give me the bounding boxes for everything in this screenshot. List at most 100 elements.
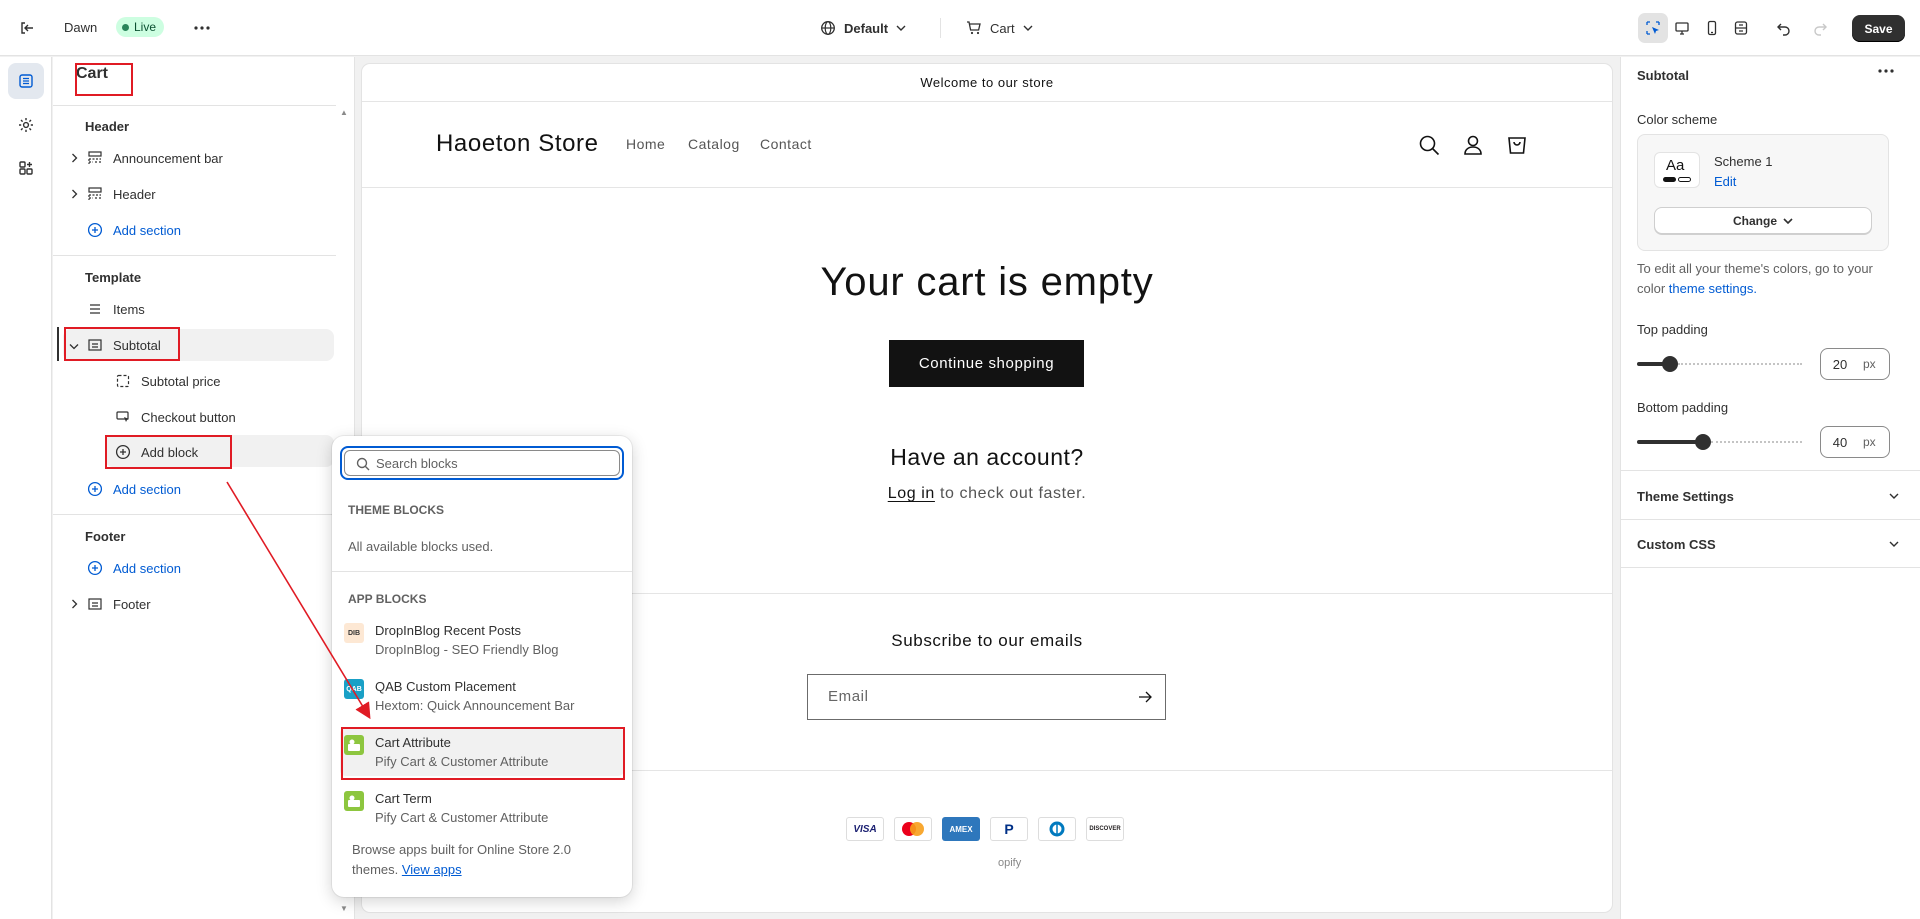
app-block-name: QAB Custom Placement	[375, 679, 516, 694]
settings-title: Subtotal	[1637, 68, 1689, 83]
inspector-icon[interactable]	[1638, 13, 1668, 43]
live-dot-icon	[122, 23, 129, 31]
nav-catalog[interactable]: Catalog	[688, 136, 740, 152]
theme-name: Dawn	[64, 20, 98, 35]
search-blocks-input[interactable]	[376, 456, 606, 471]
sidebar-item-footer[interactable]: Footer	[85, 589, 151, 619]
slider-knob[interactable]	[1662, 356, 1678, 372]
undo-icon[interactable]	[1770, 14, 1798, 42]
nav-contact[interactable]: Contact	[760, 136, 812, 152]
divider	[53, 105, 336, 106]
account-icon[interactable]	[1460, 132, 1486, 158]
scroll-up-icon[interactable]: ▲	[337, 107, 351, 117]
section-icon	[85, 594, 105, 614]
custom-css-accordion[interactable]: Custom CSS	[1637, 534, 1899, 554]
theme-settings-link[interactable]: theme settings.	[1669, 281, 1757, 296]
sidebar-item-header[interactable]: Header	[85, 179, 156, 209]
app-block-dropinblog[interactable]: DIB DropInBlog Recent Posts DropInBlog -…	[340, 616, 624, 664]
slider-knob[interactable]	[1695, 434, 1711, 450]
search-icon[interactable]	[1416, 132, 1442, 158]
chevron-right-icon[interactable]	[68, 598, 80, 610]
change-label: Change	[1732, 213, 1777, 228]
sidebar-item-subtotal[interactable]: Subtotal	[85, 330, 161, 360]
desktop-icon[interactable]	[1668, 13, 1698, 43]
divider	[53, 514, 336, 515]
app-blocks-heading: APP BLOCKS	[348, 592, 427, 606]
paypal-icon: P	[990, 817, 1028, 841]
template-dropdown[interactable]: Default	[820, 14, 906, 42]
plus-circle-icon	[85, 558, 105, 578]
app-block-cart-attribute[interactable]: Cart Attribute Pify Cart & Customer Attr…	[340, 728, 624, 776]
chevron-down-icon	[1889, 493, 1899, 499]
page-dropdown[interactable]: Cart	[966, 14, 1033, 42]
copyright-fragment: opify	[998, 857, 1022, 869]
scheme-name: Scheme 1	[1714, 154, 1773, 169]
bottom-padding-input[interactable]: 40 px	[1820, 426, 1890, 458]
unit-label: px	[1863, 357, 1876, 371]
plus-circle-icon	[113, 442, 133, 462]
scheme-swatch[interactable]: Aa	[1654, 152, 1700, 188]
block-subtotal-price[interactable]: Subtotal price	[113, 366, 221, 396]
chevron-down-icon[interactable]	[68, 340, 80, 352]
top-padding-input[interactable]: 20 px	[1820, 348, 1890, 380]
section-icon	[85, 184, 105, 204]
add-block-popover: THEME BLOCKS All available blocks used. …	[332, 436, 632, 897]
color-scheme-card: Aa Scheme 1 Edit Change	[1637, 134, 1889, 251]
add-section-button[interactable]: Add section	[85, 553, 181, 583]
theme-blocks-heading: THEME BLOCKS	[348, 503, 444, 517]
bottom-padding-value: 40	[1832, 434, 1848, 450]
login-link[interactable]: Log in	[888, 485, 935, 502]
redo-icon[interactable]	[1806, 14, 1834, 42]
diners-icon	[1038, 817, 1076, 841]
app-block-name: Cart Attribute	[375, 735, 451, 750]
app-block-name: Cart Term	[375, 791, 432, 806]
theme-settings-gear-icon[interactable]	[8, 107, 44, 143]
dropinblog-app-icon: DIB	[344, 623, 364, 643]
change-scheme-button[interactable]: Change	[1654, 207, 1872, 234]
sidebar-item-label: Subtotal	[113, 337, 161, 353]
sidebar-item-items[interactable]: Items	[85, 294, 145, 324]
top-padding-slider[interactable]	[1637, 356, 1802, 372]
sidebar-item-announcement-bar[interactable]: Announcement bar	[85, 143, 223, 173]
theme-settings-accordion[interactable]: Theme Settings	[1637, 486, 1899, 506]
add-section-button[interactable]: Add section	[85, 215, 181, 245]
search-blocks-field[interactable]	[340, 446, 624, 480]
more-actions-icon[interactable]	[188, 14, 216, 42]
full-width-icon[interactable]	[1727, 13, 1757, 43]
newsletter-email-field[interactable]: Email	[807, 674, 1166, 720]
arrow-right-icon[interactable]	[1137, 689, 1153, 705]
login-rest: to check out faster.	[934, 485, 1087, 502]
more-actions-icon[interactable]	[1878, 69, 1894, 73]
color-scheme-label: Color scheme	[1637, 112, 1718, 127]
sections-icon[interactable]	[8, 63, 44, 99]
scroll-down-icon[interactable]: ▼	[337, 903, 351, 913]
add-block-button[interactable]: Add block	[113, 437, 198, 467]
exit-icon[interactable]	[13, 14, 41, 42]
top-bar: Dawn Live Default Cart Save	[0, 0, 1920, 56]
app-block-qab[interactable]: QAB QAB Custom Placement Hextom: Quick A…	[340, 672, 624, 720]
view-apps-link[interactable]: View apps	[402, 862, 462, 877]
list-icon	[85, 299, 105, 319]
cart-icon[interactable]	[1504, 132, 1530, 158]
add-section-button[interactable]: Add section	[85, 474, 181, 504]
bottom-padding-slider[interactable]	[1637, 434, 1802, 450]
continue-shopping-button[interactable]: Continue shopping	[889, 340, 1084, 387]
nav-home[interactable]: Home	[626, 136, 665, 152]
theme-blocks-note: All available blocks used.	[348, 539, 494, 554]
chevron-right-icon[interactable]	[68, 152, 80, 164]
save-button[interactable]: Save	[1852, 15, 1905, 42]
add-section-label: Add section	[113, 222, 181, 238]
chevron-right-icon[interactable]	[68, 188, 80, 200]
mobile-icon[interactable]	[1697, 13, 1727, 43]
block-checkout-button[interactable]: Checkout button	[113, 402, 236, 432]
store-logo[interactable]: Haoeton Store	[436, 130, 599, 158]
apps-icon[interactable]	[8, 150, 44, 186]
sidebar-item-label: Items	[113, 301, 145, 317]
bottom-padding-label: Bottom padding	[1637, 400, 1729, 415]
scheme-edit-link[interactable]: Edit	[1714, 174, 1736, 189]
mastercard-icon	[894, 817, 932, 841]
button-block-icon	[113, 407, 133, 427]
divider	[332, 571, 632, 572]
app-block-cart-term[interactable]: Cart Term Pify Cart & Customer Attribute	[340, 784, 624, 832]
app-block-vendor: Hextom: Quick Announcement Bar	[375, 698, 575, 713]
